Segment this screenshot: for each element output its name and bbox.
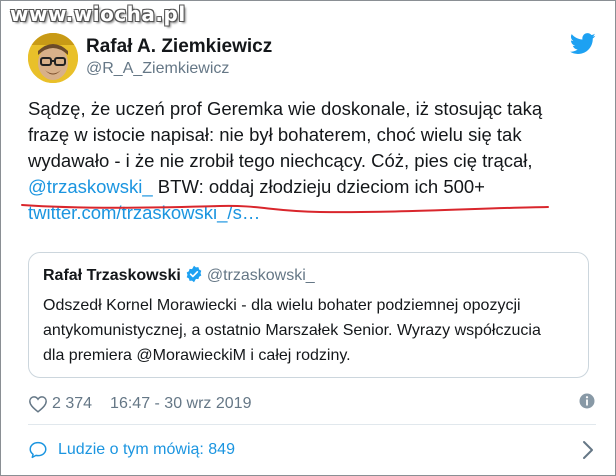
timestamp[interactable]: 16:47 - 30 wrz 2019	[110, 395, 251, 413]
quoted-line-text: dla premiera	[43, 347, 137, 364]
quoted-tweet-card[interactable]: Rafał Trzaskowski @trzaskowski_ Odszedł K…	[28, 252, 589, 378]
tweet-line: Sądzę, że uczeń prof Geremka wie doskona…	[28, 98, 543, 119]
speech-bubble-icon	[29, 441, 47, 459]
avatar[interactable]	[28, 33, 78, 83]
quoted-tweet-header: Rafał Trzaskowski @trzaskowski_	[43, 265, 315, 285]
verified-badge-icon	[186, 265, 202, 283]
divider	[28, 424, 596, 425]
people-talking-label[interactable]: Ludzie o tym mówią: 849	[58, 441, 235, 459]
tweet-line-text: BTW: oddaj złodzieju dzieciom ich 500+	[152, 176, 485, 197]
quoted-author-name: Rafał Trzaskowski	[43, 267, 181, 284]
tweet-line: frazę w istocie napisał: nie był bohater…	[28, 124, 522, 145]
author-handle[interactable]: @R_A_Ziemkiewicz	[86, 60, 229, 78]
avatar-image	[28, 33, 78, 83]
quoted-line-text: i całej rodziny.	[245, 347, 351, 364]
heart-icon[interactable]	[28, 395, 48, 413]
watermark: www.wiocha.pl	[10, 2, 186, 26]
info-icon[interactable]	[578, 392, 596, 410]
like-count[interactable]: 2 374	[52, 395, 92, 413]
quoted-line: Odszedł Kornel Morawiecki - dla wielu bo…	[43, 297, 521, 314]
quoted-line: dla premiera @MorawieckiM i całej rodzin…	[43, 343, 578, 368]
quoted-mention: @MorawieckiM	[136, 347, 246, 364]
quoted-line: antykomunistycznej, a ostatnio Marszałek…	[43, 322, 541, 339]
people-talking-row[interactable]: Ludzie o tym mówią: 849	[28, 438, 598, 462]
quoted-author-handle: @trzaskowski_	[206, 267, 315, 284]
author-name[interactable]: Rafał A. Ziemkiewicz	[86, 36, 272, 58]
tweet-meta: 2 374 16:47 - 30 wrz 2019	[28, 393, 251, 415]
tweet-line: @trzaskowski_ BTW: oddaj złodzieju dziec…	[28, 174, 593, 200]
quoted-tweet-text: Odszedł Kornel Morawiecki - dla wielu bo…	[43, 293, 578, 368]
tweet-line: wydawało - i że nie zrobił tego niechcąc…	[28, 150, 533, 171]
red-underline-annotation	[21, 204, 549, 214]
chevron-right-icon[interactable]	[582, 440, 594, 460]
twitter-bird-icon[interactable]	[570, 33, 596, 55]
mention-link[interactable]: @trzaskowski_	[28, 176, 153, 197]
